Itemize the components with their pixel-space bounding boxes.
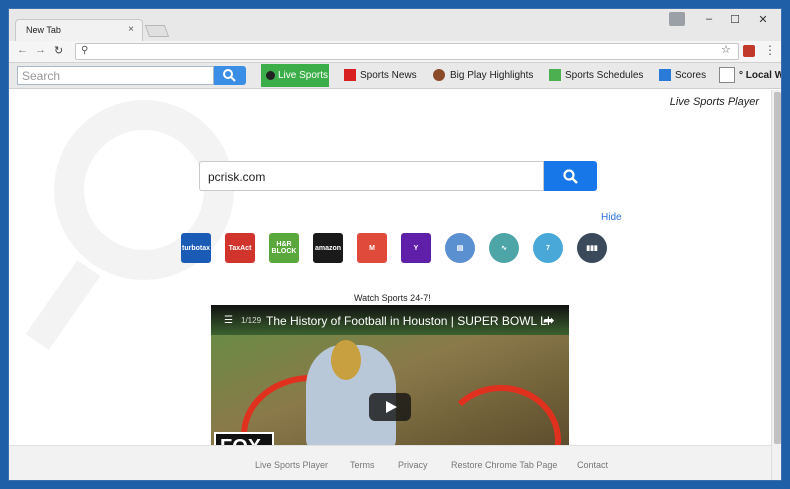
page-content: Live Sports Player pcrisk.com Hide turbo…: [9, 90, 771, 445]
title-bar: New Tab × – ☐ ✕: [9, 9, 781, 41]
omnibox-search-icon: ⚲: [81, 45, 89, 56]
scrollbar-thumb[interactable]: [774, 92, 781, 444]
live-sports-player-label: Live Sports Player: [669, 96, 759, 108]
shortcut-turbotax-icon[interactable]: turbotax: [181, 233, 211, 263]
search-icon: [223, 69, 236, 82]
footer-restore-chrome[interactable]: Restore Chrome Tab Page: [451, 460, 557, 470]
bookmark-star-icon[interactable]: ☆: [721, 43, 731, 56]
close-window-icon[interactable]: ✕: [753, 13, 773, 26]
reload-icon[interactable]: ↻: [54, 44, 63, 57]
profile-icon[interactable]: [669, 12, 685, 26]
calendar-icon: [549, 69, 561, 81]
football-icon: [433, 69, 445, 81]
tab-close-icon[interactable]: ×: [128, 24, 134, 35]
helmet-figure: [331, 340, 361, 380]
tab-title: New Tab: [26, 25, 61, 35]
footer: Live Sports Player Terms Privacy Restore…: [9, 445, 771, 480]
hide-link[interactable]: Hide: [601, 212, 622, 223]
video-player[interactable]: ☰ 1/129 The History of Football in Houst…: [211, 305, 569, 445]
toolbar-search-button[interactable]: [214, 66, 246, 85]
sports-toolbar: Search Live Sports Sports News Big Play …: [9, 63, 781, 89]
sports-news-link[interactable]: Sports News: [360, 70, 417, 81]
footer-live-sports-player[interactable]: Live Sports Player: [255, 460, 328, 470]
shortcut-amazon-icon[interactable]: amazon: [313, 233, 343, 263]
shortcut-charts-icon[interactable]: ▮▮▮: [577, 233, 607, 263]
back-icon[interactable]: ←: [17, 44, 28, 56]
watermark-handle: [25, 260, 101, 350]
shortcut-yahoo-icon[interactable]: Y: [401, 233, 431, 263]
menu-icon[interactable]: ⋮: [764, 43, 776, 57]
play-button[interactable]: [369, 393, 411, 421]
shortcut-hr-block-icon[interactable]: H&R BLOCK: [269, 233, 299, 263]
shortcut-stocks-icon[interactable]: ∿: [489, 233, 519, 263]
fox-logo: FOX: [214, 432, 274, 445]
video-title[interactable]: The History of Football in Houston | SUP…: [266, 314, 550, 328]
scores-icon: [659, 69, 671, 81]
forward-icon[interactable]: →: [35, 44, 46, 56]
sports-schedules-link[interactable]: Sports Schedules: [565, 70, 643, 81]
address-bar-row: ← → ↻ ⚲ ☆ ⋮: [9, 41, 781, 63]
live-sports-label: Live Sports: [278, 70, 329, 81]
omnibox[interactable]: ⚲: [75, 43, 739, 60]
local-weather-link[interactable]: ° Local We: [739, 70, 781, 81]
tab-new-tab[interactable]: New Tab ×: [15, 19, 143, 41]
share-icon[interactable]: ➦: [543, 312, 555, 329]
page-scrollbar[interactable]: [771, 90, 781, 480]
live-dot-icon: [266, 71, 275, 80]
toolbar-search-input[interactable]: Search: [17, 66, 214, 85]
footer-contact[interactable]: Contact: [577, 460, 608, 470]
shortcut-gmail-icon[interactable]: M: [357, 233, 387, 263]
playlist-count: 1/129: [241, 316, 262, 325]
big-play-link[interactable]: Big Play Highlights: [450, 70, 533, 81]
playlist-icon[interactable]: ☰: [224, 315, 233, 326]
browser-window: New Tab × – ☐ ✕ ← → ↻ ⚲ ☆ ⋮ Search Live …: [8, 8, 782, 481]
minimize-icon[interactable]: –: [699, 13, 719, 25]
weather-checkbox[interactable]: [719, 67, 735, 83]
watch-sports-label: Watch Sports 24-7!: [354, 293, 431, 303]
search-icon: [563, 169, 578, 184]
footer-privacy[interactable]: Privacy: [398, 460, 428, 470]
main-search-input[interactable]: pcrisk.com: [199, 161, 544, 191]
new-tab-button[interactable]: [144, 25, 170, 37]
main-search-button[interactable]: [544, 161, 597, 191]
footer-terms[interactable]: Terms: [350, 460, 375, 470]
shortcut-calendar-icon[interactable]: 7: [533, 233, 563, 263]
sports-news-icon: [344, 69, 356, 81]
extension-icon[interactable]: [743, 45, 755, 57]
live-sports-button[interactable]: Live Sports: [261, 64, 329, 87]
scores-link[interactable]: Scores: [675, 70, 706, 81]
maximize-icon[interactable]: ☐: [725, 13, 745, 26]
shortcut-news-icon[interactable]: ▤: [445, 233, 475, 263]
shortcut-taxact-icon[interactable]: TaxAct: [225, 233, 255, 263]
